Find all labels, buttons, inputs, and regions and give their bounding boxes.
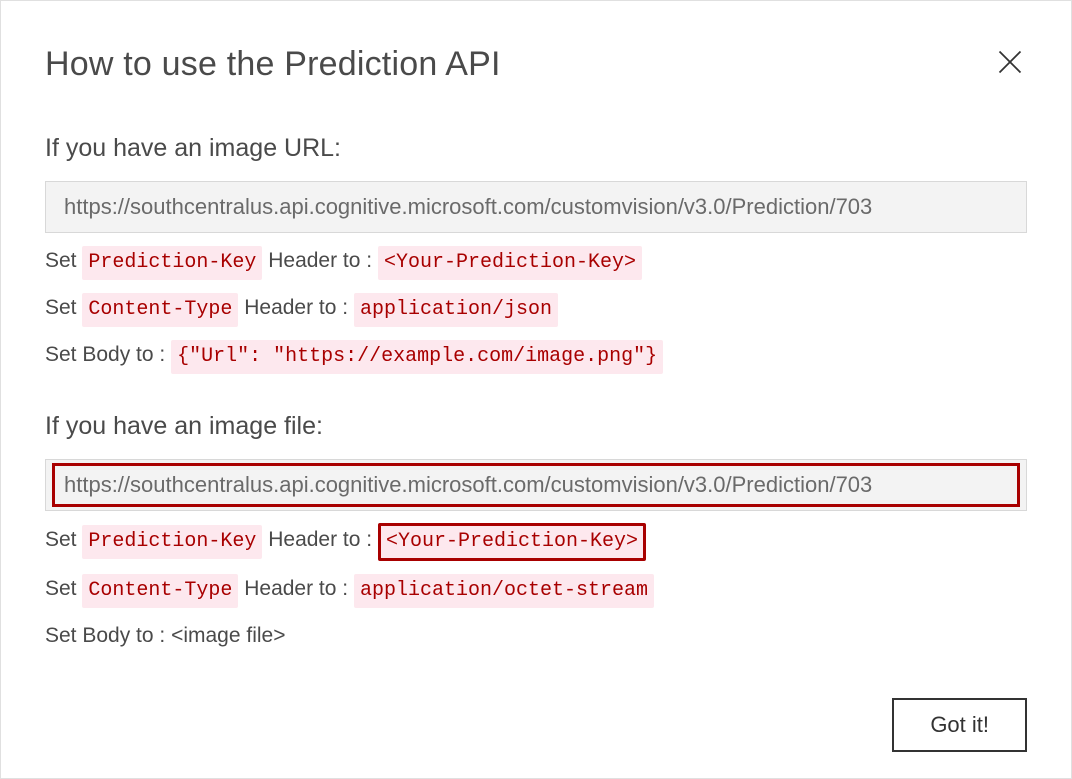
close-button[interactable] (993, 45, 1027, 84)
text-set-prefix: Set (45, 296, 82, 319)
url-prediction-key-line: Set Prediction-Key Header to : <Your-Pre… (45, 245, 1027, 280)
url-content-type-line: Set Content-Type Header to : application… (45, 292, 1027, 327)
file-content-type-line: Set Content-Type Header to : application… (45, 573, 1027, 608)
text-set-body-to-file: Set Body to : <image file> (45, 624, 285, 647)
url-body-line: Set Body to : {"Url": "https://example.c… (45, 339, 1027, 374)
text-header-to: Header to : (262, 528, 378, 551)
text-set-prefix: Set (45, 577, 82, 600)
prediction-key-value-chip-highlighted: <Your-Prediction-Key> (378, 523, 646, 561)
content-type-chip: Content-Type (82, 574, 238, 608)
text-header-to: Header to : (262, 249, 378, 272)
text-set-body-to: Set Body to : (45, 343, 171, 366)
file-endpoint-box[interactable]: https://southcentralus.api.cognitive.mic… (45, 459, 1027, 511)
prediction-key-chip: Prediction-Key (82, 525, 262, 559)
dialog-title: How to use the Prediction API (45, 45, 501, 84)
url-endpoint-box[interactable]: https://southcentralus.api.cognitive.mic… (45, 181, 1027, 233)
text-set-prefix: Set (45, 249, 82, 272)
prediction-key-chip: Prediction-Key (82, 246, 262, 280)
close-icon (996, 48, 1024, 76)
text-set-prefix: Set (45, 528, 82, 551)
content-type-value-chip: application/json (354, 293, 558, 327)
text-header-to: Header to : (238, 577, 354, 600)
url-section: If you have an image URL: https://southc… (45, 134, 1027, 374)
file-prediction-key-line: Set Prediction-Key Header to : <Your-Pre… (45, 523, 1027, 561)
prediction-api-dialog: How to use the Prediction API If you hav… (1, 1, 1071, 778)
prediction-key-value-chip: <Your-Prediction-Key> (378, 246, 642, 280)
url-section-heading: If you have an image URL: (45, 134, 1027, 163)
file-body-line: Set Body to : <image file> (45, 620, 1027, 652)
got-it-button[interactable]: Got it! (892, 698, 1027, 752)
file-endpoint-text: https://southcentralus.api.cognitive.mic… (64, 472, 872, 497)
dialog-header: How to use the Prediction API (45, 45, 1027, 84)
content-type-value-chip: application/octet-stream (354, 574, 654, 608)
content-type-chip: Content-Type (82, 293, 238, 327)
body-value-chip: {"Url": "https://example.com/image.png"} (171, 340, 663, 374)
file-section-heading: If you have an image file: (45, 412, 1027, 441)
file-section: If you have an image file: https://south… (45, 412, 1027, 652)
dialog-footer: Got it! (892, 698, 1027, 752)
text-header-to: Header to : (238, 296, 354, 319)
